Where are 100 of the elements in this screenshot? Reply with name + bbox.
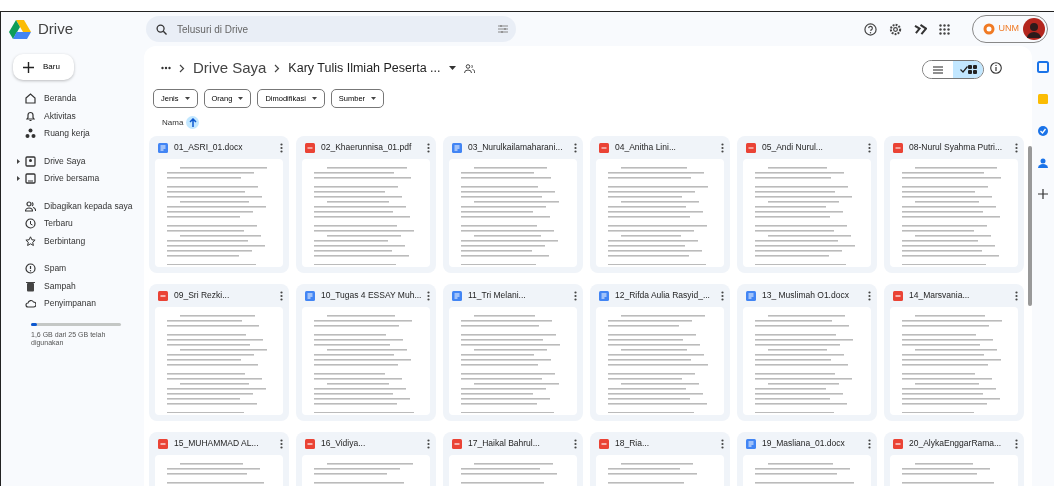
- file-card[interactable]: 12_Rifda Aulia Rasyid_...: [590, 284, 730, 422]
- file-card[interactable]: 13_ Muslimah O1.docx: [737, 284, 877, 422]
- info-icon[interactable]: [990, 62, 1002, 74]
- file-name: 19_Masliana_01.docx: [762, 437, 846, 451]
- file-card[interactable]: 05_Andi Nurul...: [737, 136, 877, 274]
- chevron-icon: [179, 63, 185, 73]
- pdf-file-icon: [893, 290, 903, 301]
- search-input[interactable]: Telusuri di Drive: [175, 20, 490, 38]
- nav-item[interactable]: Sampah: [5, 277, 144, 295]
- file-card[interactable]: 02_Khaerunnisa_01.pdf: [296, 136, 436, 274]
- help-icon[interactable]: [863, 22, 877, 36]
- caret-icon: [238, 97, 244, 101]
- more-options-icon[interactable]: [868, 290, 871, 301]
- file-card[interactable]: 19_Masliana_01.docx: [737, 432, 877, 486]
- file-name: 08-Nurul Syahma Putri...: [909, 141, 1004, 155]
- workspace-icon: [25, 128, 36, 140]
- file-card[interactable]: 15_MUHAMMAD AL...: [149, 432, 289, 486]
- file-card[interactable]: 16_Vidiya...: [296, 432, 436, 486]
- more-options-icon[interactable]: [721, 142, 724, 153]
- nav-item[interactable]: Ruang kerja: [5, 125, 144, 143]
- more-options-icon[interactable]: [1015, 438, 1018, 449]
- more-options-icon[interactable]: [280, 290, 283, 301]
- drive-icon: [25, 155, 36, 167]
- nav-item[interactable]: Drive Saya: [5, 152, 144, 170]
- list-icon: [933, 65, 943, 74]
- sort-arrow-icon[interactable]: [186, 116, 200, 130]
- pdf-file-icon: [158, 290, 168, 301]
- caret-icon[interactable]: [448, 66, 456, 70]
- nav-item[interactable]: Spam: [5, 260, 144, 278]
- file-card[interactable]: 10_Tugas 4 ESSAY Muh...: [296, 284, 436, 422]
- file-card[interactable]: 20_AlykaEnggarRama...: [884, 432, 1024, 486]
- file-card[interactable]: 18_Ria...: [590, 432, 730, 486]
- shared-people-icon[interactable]: [463, 63, 475, 73]
- pdf-file-icon: [452, 438, 462, 449]
- chevron-icon: [274, 63, 281, 73]
- calendar-icon[interactable]: [1037, 61, 1049, 73]
- more-options-icon[interactable]: [868, 438, 871, 449]
- grid-view-button[interactable]: [953, 61, 983, 78]
- more-options-icon[interactable]: [1015, 142, 1018, 153]
- file-card[interactable]: 03_Nurulkailamaharani...: [443, 136, 583, 274]
- nav-item[interactable]: Dibagikan kepada saya: [5, 197, 144, 215]
- home-icon: [25, 93, 36, 105]
- file-card[interactable]: 08-Nurul Syahma Putri...: [884, 136, 1024, 274]
- file-card[interactable]: 09_Sri Rezki...: [149, 284, 289, 422]
- check-icon: [959, 66, 968, 73]
- plus-icon[interactable]: [1038, 189, 1048, 199]
- more-options-icon[interactable]: [721, 290, 724, 301]
- pdf-file-icon: [893, 142, 903, 153]
- cloud-icon: [25, 298, 36, 310]
- people-icon: [25, 200, 36, 212]
- more-options-icon[interactable]: [280, 438, 283, 449]
- sort-label[interactable]: Nama: [162, 116, 184, 129]
- tasks-icon[interactable]: [1037, 125, 1049, 137]
- nav-item[interactable]: Drive bersama: [5, 170, 144, 188]
- nav-item[interactable]: Terbaru: [5, 215, 144, 233]
- file-card[interactable]: 17_Haikal Bahrul...: [443, 432, 583, 486]
- pdf-file-icon: [599, 438, 609, 449]
- new-button[interactable]: Baru: [13, 54, 74, 80]
- more-options-icon[interactable]: [721, 438, 724, 449]
- nav-item[interactable]: Beranda: [5, 90, 144, 108]
- breadcrumb-link[interactable]: Drive Saya: [193, 56, 267, 80]
- nav-item[interactable]: Aktivitas: [5, 107, 144, 125]
- expand-caret-icon[interactable]: [17, 158, 20, 164]
- file-card[interactable]: 11_Tri Melani...: [443, 284, 583, 422]
- file-card[interactable]: 14_Marsvania...: [884, 284, 1024, 422]
- more-options-icon[interactable]: [427, 142, 430, 153]
- file-name: 16_Vidiya...: [321, 437, 367, 451]
- more-options-icon[interactable]: [868, 142, 871, 153]
- more-options-icon[interactable]: [1015, 290, 1018, 301]
- org-logo-icon: [982, 23, 995, 35]
- document-file-icon: [158, 142, 168, 153]
- avatar-icon: [1023, 18, 1045, 40]
- pdf-file-icon: [893, 438, 903, 449]
- file-card[interactable]: 04_Anitha Lini...: [590, 136, 730, 274]
- more-options-icon[interactable]: [574, 438, 577, 449]
- clock-icon: [25, 218, 36, 230]
- apps-grid-icon[interactable]: [938, 23, 950, 35]
- file-name: 20_AlykaEnggarRama...: [909, 437, 1003, 451]
- plus-icon: [23, 61, 34, 73]
- bell-icon: [25, 110, 36, 122]
- caret-icon: [184, 97, 190, 101]
- scrollbar[interactable]: [1028, 146, 1032, 306]
- more-icon[interactable]: [161, 66, 171, 70]
- settings-icon[interactable]: [888, 22, 902, 36]
- nav-item[interactable]: Berbintang: [5, 232, 144, 250]
- document-file-icon: [452, 290, 462, 301]
- document-file-icon: [305, 290, 315, 301]
- expand-caret-icon[interactable]: [17, 176, 20, 181]
- pdf-file-icon: [158, 438, 168, 449]
- nav-item[interactable]: Penyimpanan: [5, 295, 144, 313]
- more-options-icon[interactable]: [280, 142, 283, 153]
- file-card[interactable]: 01_ASRI_01.docx: [149, 136, 289, 274]
- more-options-icon[interactable]: [427, 290, 430, 301]
- contact-icon[interactable]: [1037, 157, 1049, 169]
- more-options-icon[interactable]: [427, 438, 430, 449]
- filter-sliders-icon[interactable]: [498, 24, 508, 34]
- more-options-icon[interactable]: [574, 290, 577, 301]
- more-options-icon[interactable]: [574, 142, 577, 153]
- folder-title[interactable]: Kary Tulis Ilmiah Peserta ...: [288, 58, 441, 78]
- search-field[interactable]: Telusuri di Drive: [146, 16, 516, 42]
